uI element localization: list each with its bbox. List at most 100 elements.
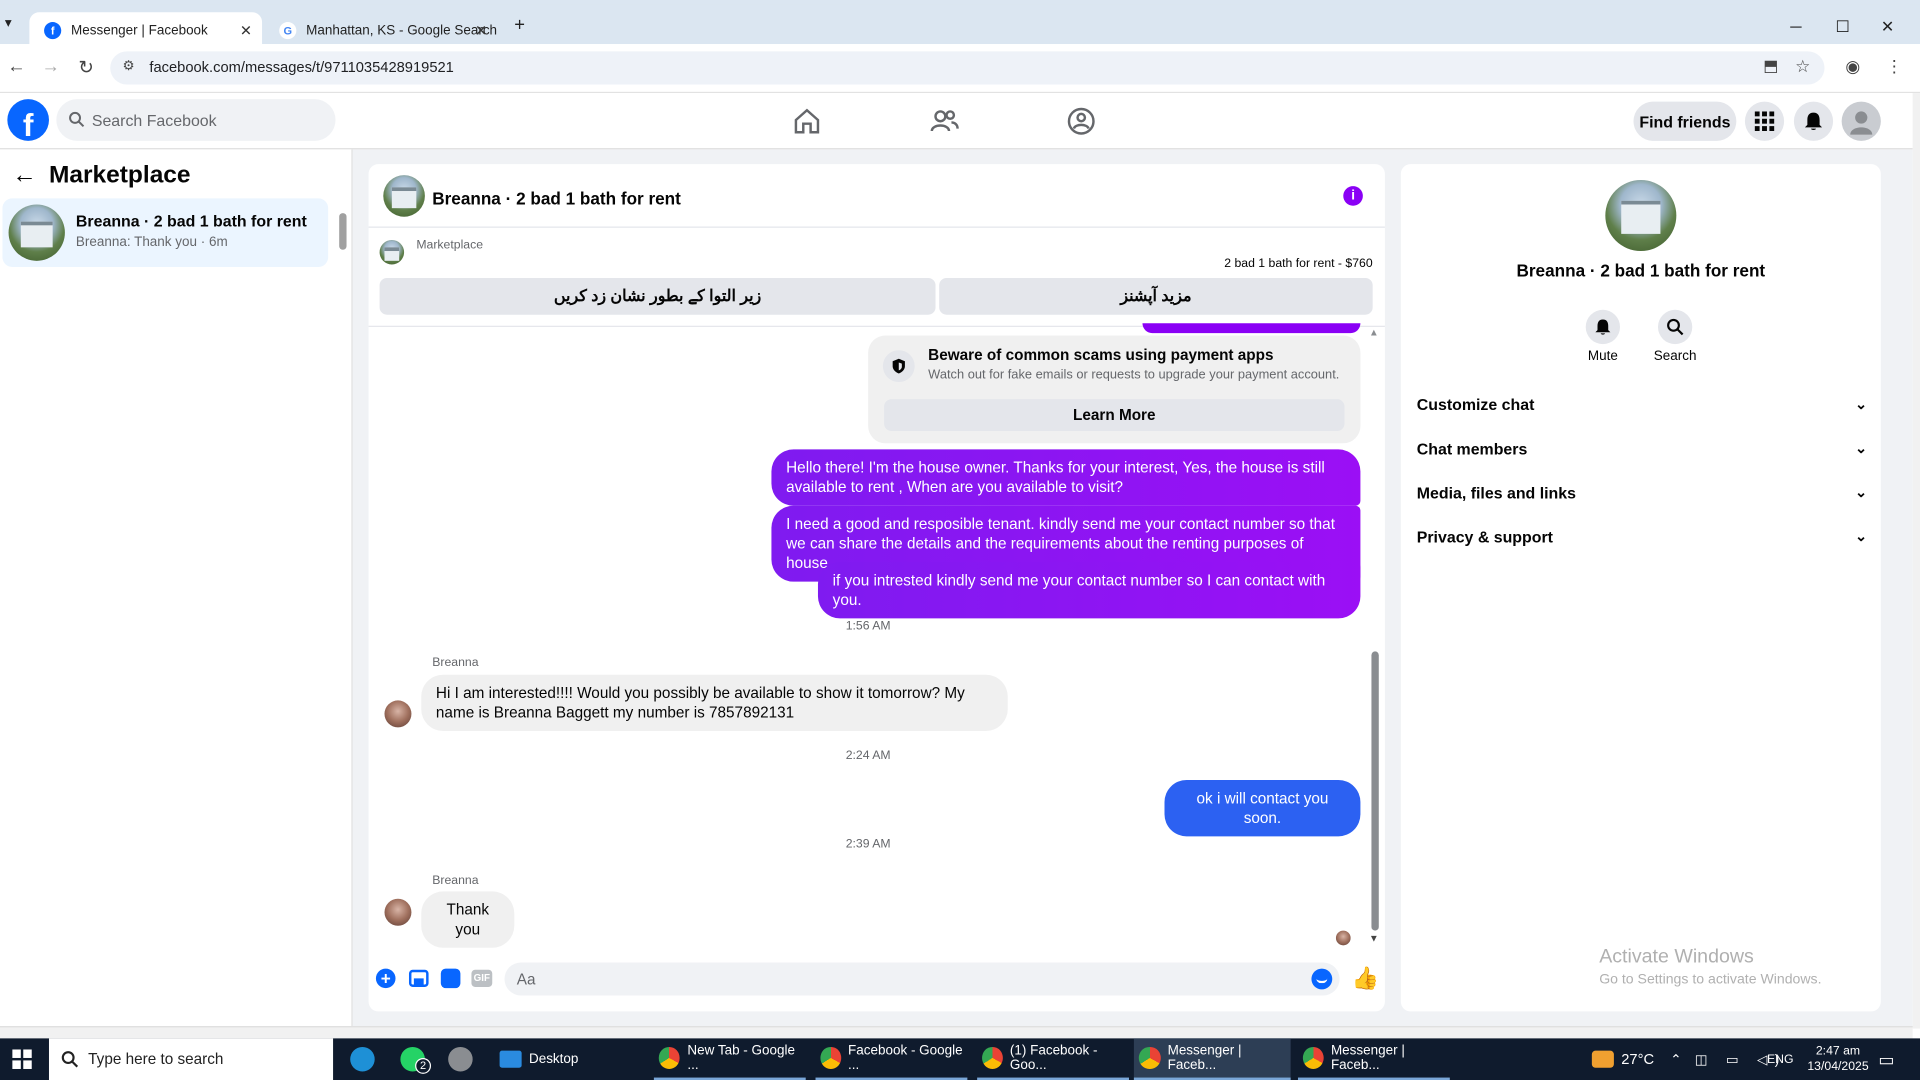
taskbar-chrome-newtab[interactable]: New Tab - Google ... (653, 1038, 806, 1080)
chat-header-avatar[interactable] (383, 175, 425, 217)
close-tab-icon[interactable]: ✕ (240, 22, 252, 39)
forward-icon[interactable]: → (42, 56, 60, 77)
sidebar-scrollbar[interactable] (339, 213, 347, 250)
weather-widget[interactable]: 27°C (1591, 1038, 1654, 1080)
browser-menu-icon[interactable]: ⋮ (1886, 56, 1903, 77)
message-outgoing[interactable]: Hello there! I'm the house owner. Thanks… (771, 449, 1361, 506)
composer: + GIF Aa 👍 (369, 958, 1385, 1002)
clock-date: 13/04/2025 (1807, 1060, 1869, 1074)
listing-price[interactable]: 2 bad 1 bath for rent - $760 (1224, 257, 1372, 270)
groups-icon[interactable] (1065, 105, 1097, 137)
conversation-name: Breanna · 2 bad 1 bath for rent (75, 211, 307, 231)
minimize-icon[interactable]: ─ (1790, 17, 1801, 35)
section-customize-chat[interactable]: Customize chat ⌄ (1417, 396, 1868, 425)
message-input-placeholder: Aa (516, 971, 536, 989)
search-conversation-button[interactable] (1657, 309, 1693, 345)
section-media-files-links[interactable]: Media, files and links ⌄ (1417, 484, 1868, 513)
emoji-icon[interactable] (1311, 968, 1333, 990)
conversation-item[interactable]: Breanna · 2 bad 1 bath for rent Breanna:… (2, 198, 329, 267)
taskbar-chrome-facebook-2[interactable]: (1) Facebook - Goo... (977, 1038, 1129, 1080)
bookmark-star-icon[interactable]: ☆ (1795, 56, 1810, 77)
home-icon[interactable] (791, 105, 823, 137)
language-indicator[interactable]: ENG (1767, 1038, 1794, 1080)
site-info-icon[interactable]: ⚙ (122, 58, 134, 74)
close-tab-icon[interactable]: ✕ (475, 22, 487, 39)
profile-icon[interactable]: ◉ (1845, 56, 1860, 77)
chrome-icon (1302, 1046, 1324, 1069)
chevron-down-icon: ⌄ (1855, 395, 1868, 413)
chat-scrollbar[interactable] (1371, 651, 1379, 931)
app-icon[interactable] (448, 1038, 480, 1080)
search-icon (69, 111, 85, 128)
horizontal-scrollbar[interactable] (0, 1026, 1913, 1039)
url-field[interactable]: ⚙ facebook.com/messages/t/97110354289195… (110, 51, 1825, 85)
chat-details-pane: Breanna · 2 bad 1 bath for rent Mute Sea… (1400, 164, 1881, 1012)
facebook-logo[interactable]: f (7, 99, 49, 141)
account-avatar[interactable] (1841, 101, 1881, 141)
previous-bubble-tail (1142, 323, 1361, 334)
tray-chevron-icon[interactable]: ⌃ (1670, 1038, 1681, 1080)
taskbar-chrome-messenger[interactable]: Messenger | Faceb... (1297, 1038, 1450, 1080)
edge-icon[interactable] (350, 1038, 382, 1080)
scroll-down-icon[interactable]: ▼ (1369, 933, 1379, 944)
whatsapp-icon[interactable]: 2 (400, 1038, 432, 1080)
conversation-preview: Breanna: Thank you · 6m (75, 235, 228, 250)
add-icon[interactable]: + (375, 968, 396, 989)
section-chat-members[interactable]: Chat members ⌄ (1417, 440, 1868, 469)
message-incoming[interactable]: Thank you (421, 891, 515, 948)
taskbar-item-label: (1) Facebook - Goo... (1009, 1043, 1098, 1073)
back-icon[interactable]: ← (7, 56, 25, 77)
new-tab-icon[interactable]: + (514, 15, 525, 36)
search-icon (1667, 318, 1684, 336)
message-incoming[interactable]: Hi I am interested!!!! Would you possibl… (421, 674, 1008, 732)
details-avatar[interactable] (1605, 180, 1677, 252)
clock[interactable]: 2:47 am 13/04/2025 (1807, 1038, 1868, 1080)
taskbar-chrome-facebook[interactable]: Facebook - Google ... (815, 1038, 968, 1080)
shield-icon (882, 350, 915, 383)
mark-as-pending-button[interactable]: زیر التوا کے بطور نشان زد کریں (379, 277, 936, 315)
page-scrollbar[interactable] (1912, 93, 1920, 1029)
chat-header-title[interactable]: Breanna · 2 bad 1 bath for rent (432, 189, 681, 209)
messenger-favicon-icon: f (44, 22, 62, 40)
sender-avatar[interactable] (384, 898, 412, 926)
message-input[interactable]: Aa (504, 962, 1340, 996)
sender-avatar[interactable] (384, 700, 412, 728)
close-window-icon[interactable]: ✕ (1881, 17, 1894, 37)
taskbar-item-label: Desktop (528, 1051, 579, 1067)
gif-icon[interactable]: GIF (471, 969, 493, 987)
facebook-search-input[interactable]: Search Facebook (56, 99, 336, 141)
scroll-up-icon[interactable]: ▲ (1369, 327, 1379, 338)
notifications-button[interactable] (1793, 101, 1834, 141)
learn-more-button[interactable]: Learn More (884, 399, 1345, 432)
maximize-icon[interactable]: ☐ (1836, 17, 1850, 37)
mute-button[interactable] (1585, 309, 1621, 345)
message-outgoing[interactable]: ok i will contact you soon. (1164, 780, 1361, 837)
section-privacy-support[interactable]: Privacy & support ⌄ (1417, 528, 1868, 557)
taskbar-search[interactable]: Type here to search (48, 1038, 334, 1080)
photo-icon[interactable] (408, 969, 429, 987)
find-friends-button[interactable]: Find friends (1633, 101, 1737, 141)
reload-icon[interactable]: ↻ (78, 56, 93, 79)
like-icon[interactable]: 👍 (1352, 966, 1379, 992)
scam-warning-text: Watch out for fake emails or requests to… (928, 367, 1340, 383)
whatsapp-badge: 2 (415, 1057, 432, 1074)
conversation-avatar (8, 204, 65, 261)
info-icon[interactable]: i (1343, 186, 1363, 206)
section-label: Customize chat (1416, 395, 1535, 414)
taskbar-desktop[interactable]: Desktop (495, 1038, 642, 1080)
user-silhouette-icon (1850, 111, 1873, 135)
start-button[interactable] (12, 1038, 32, 1080)
menu-grid-button[interactable] (1744, 101, 1785, 141)
tab-search-menu-icon[interactable]: ▾ (5, 15, 12, 31)
message-outgoing[interactable]: if you intrested kindly send me your con… (817, 562, 1361, 619)
more-options-button[interactable]: مزید آپشنز (939, 277, 1373, 315)
friends-icon[interactable] (928, 105, 960, 137)
sticker-icon[interactable] (440, 968, 461, 989)
timestamp: 2:39 AM (845, 837, 891, 852)
notification-center-icon[interactable]: ▭ (1878, 1038, 1894, 1080)
taskbar-chrome-messenger-active[interactable]: Messenger | Faceb... (1133, 1038, 1291, 1080)
bell-icon (1595, 319, 1611, 335)
back-arrow-icon[interactable]: ← (12, 162, 36, 190)
install-app-icon[interactable]: ⬒ (1763, 56, 1778, 76)
address-bar-row: ← → ↻ ⚙ facebook.com/messages/t/97110354… (0, 44, 1920, 94)
